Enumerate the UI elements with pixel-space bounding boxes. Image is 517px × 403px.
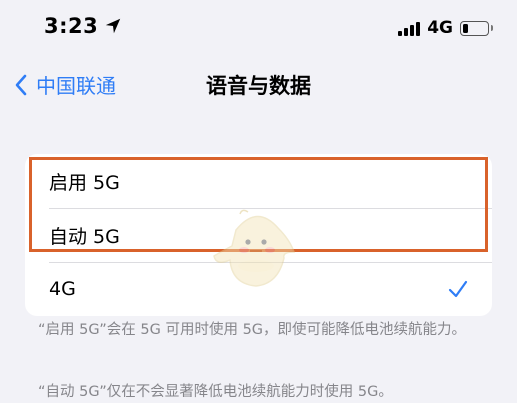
option-label: 启用 5G <box>49 171 120 194</box>
cellular-signal-icon <box>398 21 421 36</box>
checkmark-icon <box>448 280 468 298</box>
status-indicators: 4G <box>398 18 493 38</box>
time-text: 3:23 <box>44 14 99 38</box>
page-title: 语音与数据 <box>206 74 311 98</box>
location-arrow-icon <box>106 18 121 34</box>
option-enable-5g[interactable]: 启用 5G <box>25 154 492 208</box>
note-enable-5g: “启用 5G”会在 5G 可用时使用 5G，即使可能降低电池续航能力。 <box>38 322 467 338</box>
status-time: 3:23 <box>44 14 122 38</box>
status-bar: 3:23 4G <box>0 0 517 58</box>
network-type: 4G <box>427 18 453 38</box>
battery-icon <box>460 20 493 36</box>
navigation-bar: 中国联通 语音与数据 <box>0 58 517 108</box>
mascot-watermark-icon <box>213 209 296 287</box>
